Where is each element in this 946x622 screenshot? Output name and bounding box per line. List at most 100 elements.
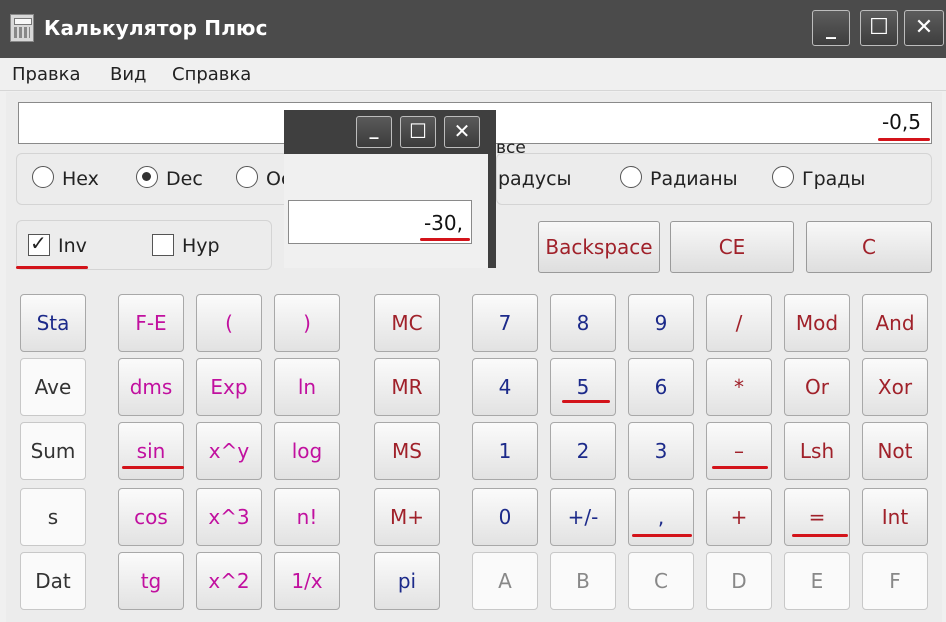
label-hyp: Hyp: [182, 235, 220, 257]
key-num[interactable]: 9: [628, 294, 694, 352]
key-num[interactable]: 8: [550, 294, 616, 352]
key-op[interactable]: Or: [784, 358, 850, 416]
key-label: 9: [654, 311, 668, 335]
checkbox-inv[interactable]: ✓: [28, 231, 50, 256]
key-stat[interactable]: Sta: [20, 294, 86, 352]
key-func[interactable]: sin: [118, 422, 184, 480]
key-label: Sta: [36, 311, 70, 335]
key-op[interactable]: Xor: [862, 358, 928, 416]
minimize-button[interactable]: _: [812, 10, 850, 46]
key-func[interactable]: dms: [118, 358, 184, 416]
key-stat[interactable]: Ave: [20, 358, 86, 416]
key-num[interactable]: 0: [472, 488, 538, 546]
key-label: 3: [654, 439, 668, 463]
key-label: D: [731, 569, 747, 593]
ce-button[interactable]: CE: [670, 221, 794, 273]
key-num[interactable]: ,: [628, 488, 694, 546]
key-op[interactable]: =: [784, 488, 850, 546]
key-label: F: [889, 569, 901, 593]
maximize-button[interactable]: ☐: [860, 10, 898, 46]
radio-oct[interactable]: [236, 166, 258, 188]
close-button[interactable]: ✕: [904, 10, 944, 46]
key-label: ): [303, 311, 311, 335]
key-num[interactable]: C: [628, 552, 694, 610]
key-num[interactable]: 4: [472, 358, 538, 416]
key-num[interactable]: 7: [472, 294, 538, 352]
key-num[interactable]: B: [550, 552, 616, 610]
key-label: M+: [389, 505, 424, 529]
key-label: Or: [805, 375, 829, 399]
key-func[interactable]: cos: [118, 488, 184, 546]
radio-radians[interactable]: [620, 166, 642, 188]
inset-maximize-button[interactable]: ☐: [400, 116, 436, 148]
key-label: dms: [129, 375, 173, 399]
key-label: A: [498, 569, 512, 593]
backspace-button[interactable]: Backspace: [538, 221, 660, 273]
minimize-icon: _: [826, 15, 836, 39]
key-label: –: [734, 439, 744, 463]
menu-edit[interactable]: Правка: [12, 64, 81, 85]
key-stat[interactable]: s: [20, 488, 86, 546]
radio-dec[interactable]: [136, 166, 158, 188]
inset-close-button[interactable]: ✕: [444, 116, 480, 148]
backspace-label: Backspace: [545, 235, 653, 259]
key-num[interactable]: 3: [628, 422, 694, 480]
key-mem[interactable]: MC: [374, 294, 440, 352]
key-label: Dat: [35, 569, 71, 593]
key-func[interactable]: n!: [274, 488, 340, 546]
key-num[interactable]: A: [472, 552, 538, 610]
maximize-icon: ☐: [869, 15, 889, 40]
key-func[interactable]: F-E: [118, 294, 184, 352]
key-func[interactable]: x^3: [196, 488, 262, 546]
key-func[interactable]: x^2: [196, 552, 262, 610]
key-func[interactable]: ): [274, 294, 340, 352]
close-icon: ✕: [453, 119, 471, 143]
key-label: pi: [397, 569, 417, 593]
key-num[interactable]: 6: [628, 358, 694, 416]
menu-view[interactable]: Вид: [110, 64, 147, 85]
checkbox-hyp[interactable]: [152, 234, 174, 256]
key-op[interactable]: E: [784, 552, 850, 610]
key-func[interactable]: Exp: [196, 358, 262, 416]
key-op[interactable]: +: [706, 488, 772, 546]
key-op[interactable]: Lsh: [784, 422, 850, 480]
key-op[interactable]: And: [862, 294, 928, 352]
c-button[interactable]: C: [806, 221, 932, 273]
key-op[interactable]: Mod: [784, 294, 850, 352]
key-func[interactable]: (: [196, 294, 262, 352]
key-label: Exp: [210, 375, 248, 399]
minus-highlight: [712, 466, 768, 469]
radio-grads[interactable]: [772, 166, 794, 188]
menu-help[interactable]: Справка: [172, 64, 251, 85]
key-func[interactable]: x^y: [196, 422, 262, 480]
inset-minimize-button[interactable]: _: [356, 116, 392, 148]
key-func[interactable]: ln: [274, 358, 340, 416]
key-func[interactable]: 1/x: [274, 552, 340, 610]
key-label: Not: [877, 439, 913, 463]
key-func[interactable]: log: [274, 422, 340, 480]
key-mem[interactable]: pi: [374, 552, 440, 610]
key-stat[interactable]: Sum: [20, 422, 86, 480]
key-stat[interactable]: Dat: [20, 552, 86, 610]
key-op[interactable]: Int: [862, 488, 928, 546]
key-op[interactable]: Not: [862, 422, 928, 480]
radio-hex[interactable]: [32, 166, 54, 188]
key-op[interactable]: –: [706, 422, 772, 480]
key-op[interactable]: F: [862, 552, 928, 610]
key-mem[interactable]: MS: [374, 422, 440, 480]
key-mem[interactable]: M+: [374, 488, 440, 546]
key-op[interactable]: *: [706, 358, 772, 416]
key-func[interactable]: tg: [118, 552, 184, 610]
key-label: *: [734, 375, 744, 399]
label-degrees: радусы: [498, 168, 572, 190]
key-num[interactable]: 5: [550, 358, 616, 416]
key-op[interactable]: /: [706, 294, 772, 352]
key-mem[interactable]: MR: [374, 358, 440, 416]
key-op[interactable]: D: [706, 552, 772, 610]
key-label: E: [810, 569, 824, 593]
key-label: Sum: [30, 439, 76, 463]
key-num[interactable]: 2: [550, 422, 616, 480]
key-num[interactable]: +/-: [550, 488, 616, 546]
key-num[interactable]: 1: [472, 422, 538, 480]
key-label: 4: [498, 375, 512, 399]
